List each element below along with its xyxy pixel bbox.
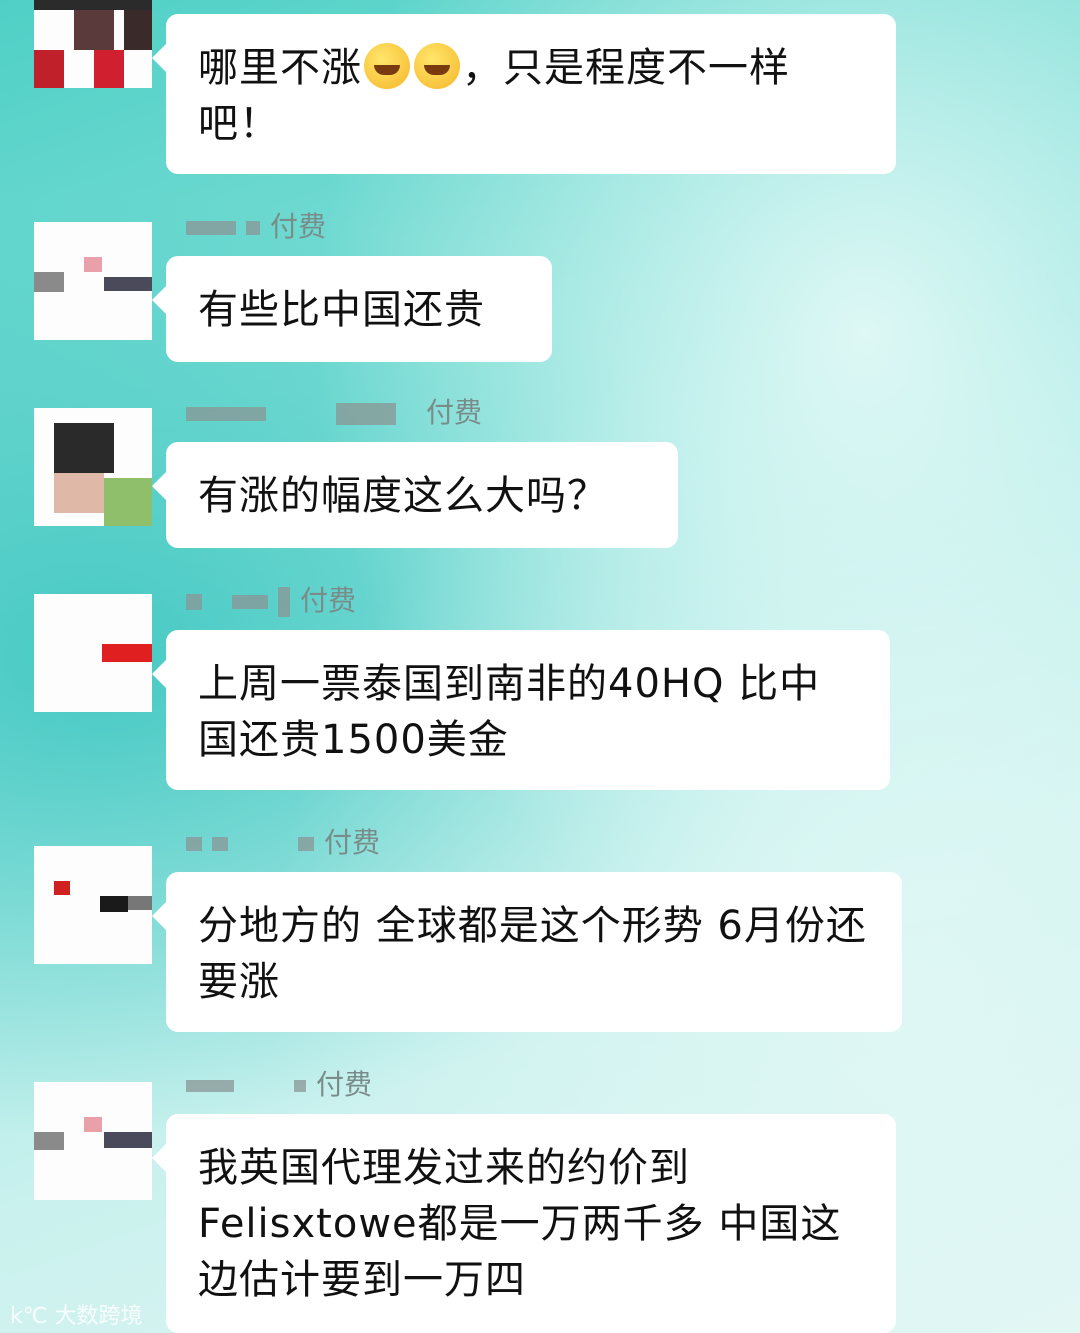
blurred-name bbox=[246, 221, 260, 235]
message-bubble[interactable]: 分地方的 全球都是这个形势 6月份还要涨 bbox=[152, 872, 902, 1032]
blurred-name bbox=[336, 403, 396, 425]
avatar[interactable] bbox=[34, 1082, 152, 1200]
message-bubble[interactable]: 有些比中国还贵 bbox=[152, 256, 552, 362]
avatar[interactable] bbox=[34, 846, 152, 964]
blurred-name bbox=[232, 595, 268, 609]
blurred-name bbox=[294, 1080, 306, 1092]
message-bubble[interactable]: 哪里不涨 ，只是程度不一样吧！ bbox=[152, 14, 896, 174]
sender-tag: 付费 bbox=[426, 396, 483, 429]
message-text: 我英国代理发过来的约价到Felisxtowe都是一万两千多 中国这边估计要到一万… bbox=[198, 1145, 842, 1303]
blurred-name bbox=[186, 221, 236, 235]
sender-tag: 付费 bbox=[324, 826, 381, 859]
message-bubble[interactable]: 我英国代理发过来的约价到Felisxtowe都是一万两千多 中国这边估计要到一万… bbox=[152, 1114, 896, 1333]
sender-tag: 付费 bbox=[270, 210, 327, 243]
avatar[interactable] bbox=[34, 0, 152, 88]
sender-tag: 付费 bbox=[300, 584, 357, 617]
message-text: 有涨的幅度这么大吗？ bbox=[198, 473, 608, 519]
avatar[interactable] bbox=[34, 408, 152, 526]
message-text: 分地方的 全球都是这个形势 6月份还要涨 bbox=[198, 903, 867, 1005]
blurred-name bbox=[212, 837, 228, 851]
blurred-name bbox=[186, 837, 202, 851]
blurred-name bbox=[298, 837, 314, 851]
avatar[interactable] bbox=[34, 222, 152, 340]
laughing-crying-emoji-icon bbox=[414, 43, 460, 89]
watermark-logo-icon: k℃ bbox=[10, 1304, 55, 1329]
blurred-name bbox=[186, 407, 266, 421]
blurred-name bbox=[186, 594, 202, 610]
sender-name: 付费 bbox=[186, 1070, 372, 1100]
message-text: 上周一票泰国到南非的40HQ 比中国还贵1500美金 bbox=[198, 661, 821, 763]
sender-name: 付费 bbox=[186, 828, 380, 858]
blurred-name bbox=[278, 587, 290, 617]
message-text: 有些比中国还贵 bbox=[198, 287, 485, 333]
sender-tag: 付费 bbox=[316, 1068, 373, 1101]
blurred-name bbox=[186, 1080, 234, 1092]
sender-name: 付费 bbox=[186, 584, 357, 617]
message-text: 哪里不涨 bbox=[198, 45, 362, 91]
message-bubble[interactable]: 上周一票泰国到南非的40HQ 比中国还贵1500美金 bbox=[152, 630, 890, 790]
sender-name: 付费 bbox=[186, 398, 482, 428]
sender-name: 付费 bbox=[186, 212, 326, 242]
watermark-text: 大数跨境 bbox=[54, 1304, 143, 1329]
laughing-crying-emoji-icon bbox=[364, 43, 410, 89]
watermark: k℃ 大数跨境 bbox=[10, 1298, 142, 1330]
message-bubble[interactable]: 有涨的幅度这么大吗？ bbox=[152, 442, 678, 548]
avatar[interactable] bbox=[34, 594, 152, 712]
